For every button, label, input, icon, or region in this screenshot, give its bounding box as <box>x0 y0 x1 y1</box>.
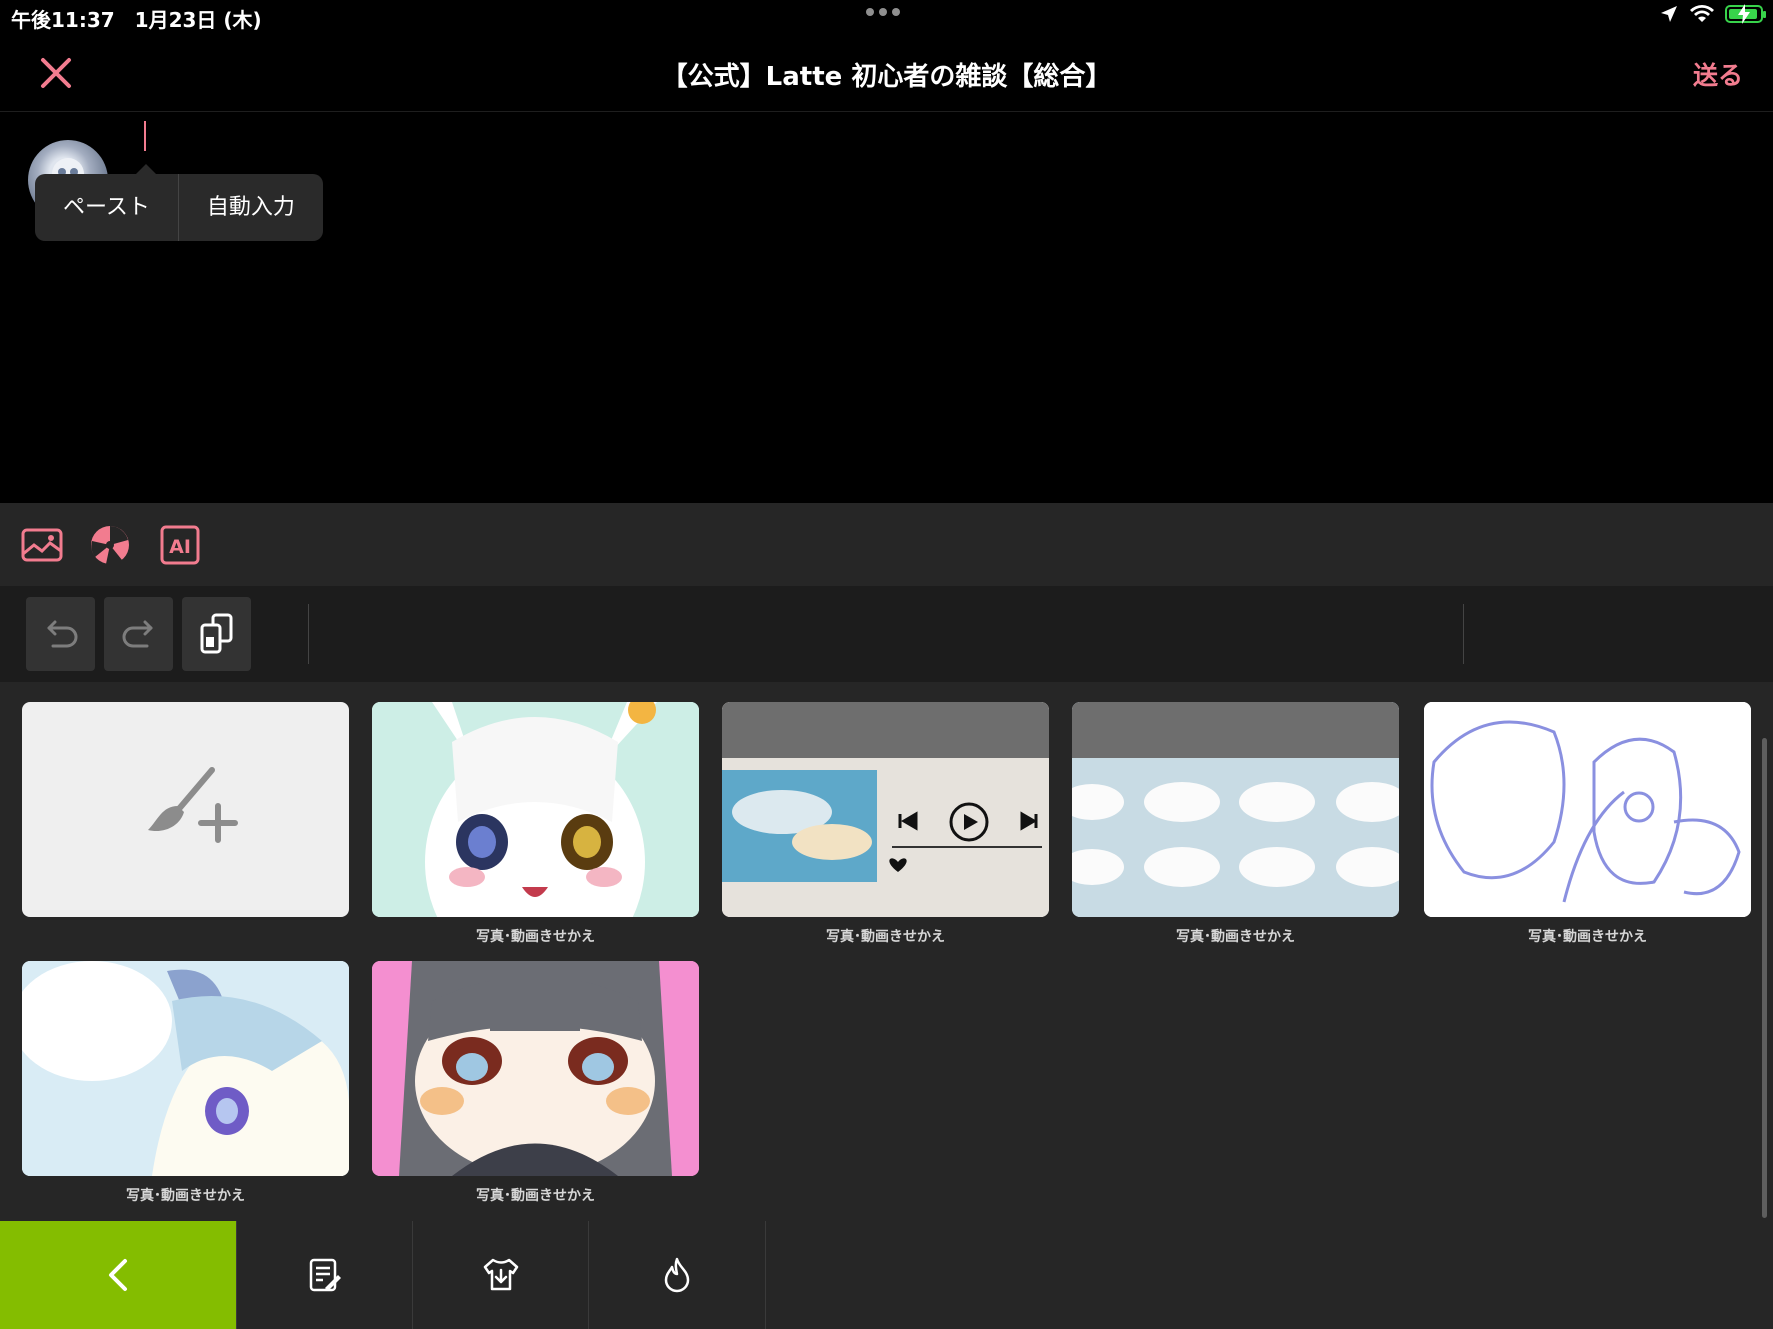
redo-button[interactable] <box>104 597 173 671</box>
theme-thumbnail[interactable] <box>22 961 349 1176</box>
clipboard-icon <box>200 613 232 654</box>
palette-icon <box>91 526 129 565</box>
edit-note-icon <box>309 1258 341 1292</box>
undo-button[interactable] <box>26 597 95 671</box>
add-theme-button[interactable] <box>22 702 349 917</box>
status-icons <box>1659 4 1766 24</box>
chevron-left-icon <box>109 1259 127 1291</box>
theme-preview-image <box>372 702 699 917</box>
redo-icon <box>122 620 152 648</box>
status-bar: 午後11:37 1月23日 (木) <box>0 0 1773 34</box>
edit-row-divider <box>308 604 309 664</box>
scrollbar[interactable] <box>1762 738 1767 1218</box>
edit-row-divider <box>1463 604 1464 664</box>
theme-thumbnail[interactable] <box>1072 702 1399 917</box>
theme-label: 写真･動画きせかえ <box>1528 929 1647 945</box>
theme-label: 写真･動画きせかえ <box>1176 929 1295 945</box>
brush-add-icon <box>148 767 238 843</box>
tab-edit-text[interactable] <box>236 1221 413 1329</box>
tab-trending[interactable] <box>588 1221 766 1329</box>
ai-icon: AI <box>160 525 200 565</box>
theme-preview-image <box>722 702 1049 917</box>
image-icon <box>21 528 63 562</box>
multitasking-dots[interactable] <box>866 8 900 16</box>
page-title: 【公式】Latte 初心者の雑談【総合】 <box>661 62 1112 92</box>
theme-preview-image <box>372 961 699 1176</box>
theme-thumbnail[interactable] <box>722 702 1049 917</box>
theme-thumbnail[interactable] <box>1424 702 1751 917</box>
palette-tool-button[interactable] <box>88 523 132 567</box>
shirt-download-icon <box>483 1258 519 1291</box>
theme-preview-image <box>1072 702 1399 917</box>
image-tool-button[interactable] <box>20 523 64 567</box>
ai-tool-button[interactable]: AI <box>158 523 202 567</box>
edit-menu-arrow <box>136 164 156 174</box>
paste-button[interactable]: ペースト <box>35 174 178 241</box>
text-cursor <box>144 121 146 151</box>
edit-menu: ペースト 自動入力 <box>35 174 323 241</box>
theme-preview-image <box>1424 702 1751 917</box>
flame-icon <box>664 1257 690 1293</box>
bottom-bar <box>0 1221 1773 1329</box>
theme-preview-image <box>22 961 349 1176</box>
wifi-icon <box>1690 5 1714 22</box>
theme-thumbnail[interactable] <box>372 702 699 917</box>
ai-icon-label: AI <box>169 536 191 558</box>
theme-thumbnail[interactable] <box>372 961 699 1176</box>
back-button[interactable] <box>0 1221 236 1329</box>
header: 【公式】Latte 初心者の雑談【総合】 送る <box>0 34 1773 112</box>
send-button[interactable]: 送る <box>1693 56 1743 92</box>
autofill-button[interactable]: 自動入力 <box>179 174 323 241</box>
theme-label: 写真･動画きせかえ <box>476 1188 595 1204</box>
undo-icon <box>47 620 77 648</box>
theme-label: 写真･動画きせかえ <box>476 929 595 945</box>
theme-grid: 写真･動画きせかえ 写真･動画きせかえ 写真･動画きせかえ 写真･動画きせかえ … <box>0 682 1773 1221</box>
theme-label: 写真･動画きせかえ <box>126 1188 245 1204</box>
location-icon <box>1661 6 1677 22</box>
tool-bar: AI <box>0 503 1773 586</box>
theme-label: 写真･動画きせかえ <box>826 929 945 945</box>
battery-icon <box>1725 4 1766 24</box>
status-time: 午後11:37 1月23日 (木) <box>11 8 262 32</box>
clipboard-button[interactable] <box>182 597 251 671</box>
tab-theme-download[interactable] <box>412 1221 589 1329</box>
edit-row <box>0 586 1773 682</box>
